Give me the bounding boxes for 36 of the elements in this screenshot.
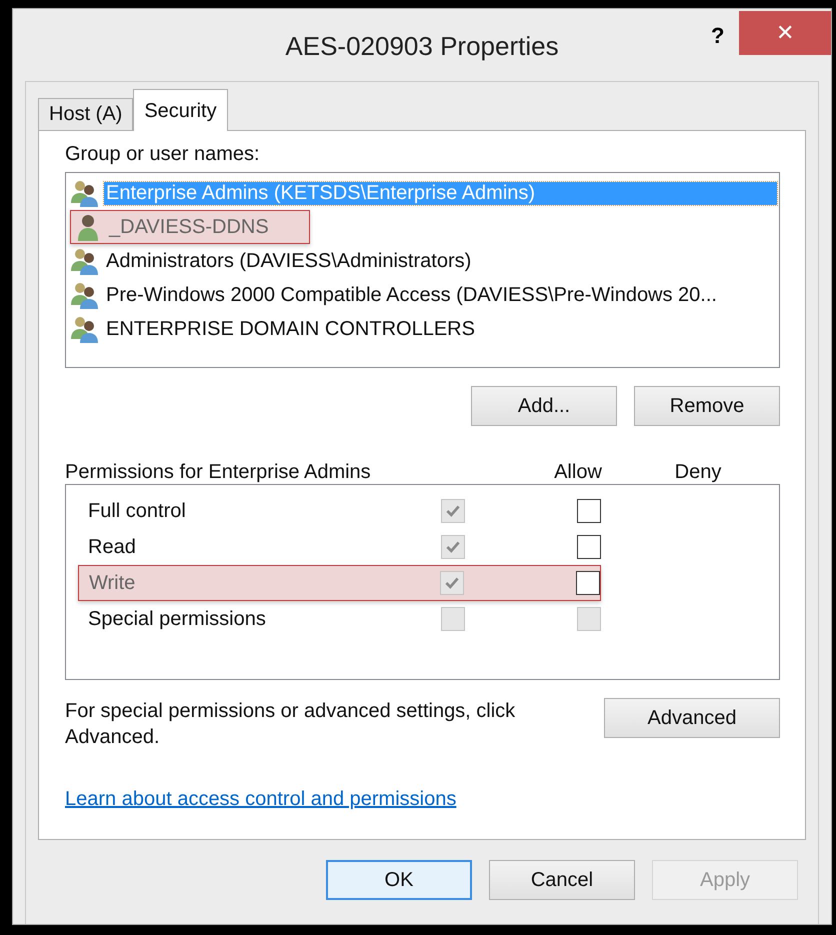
close-button[interactable]: ✕ [739,11,831,55]
permission-name: Read [88,536,137,558]
advanced-note: For special permissions or advanced settings, click Advanced. [65,699,516,750]
list-item-name: Enterprise Admins (KETSDS\Enterprise Admins) [104,182,777,204]
permission-name: Full control [88,500,187,522]
users-icon [70,247,100,275]
column-header: Allow [553,461,603,484]
users-icon [70,315,100,343]
group-list-label: Group or user names: [65,143,261,166]
help-button[interactable]: ? [705,23,730,49]
users-icon [70,179,100,207]
dialog-button[interactable]: OK [326,860,472,900]
list-button[interactable]: Add... [471,386,617,426]
help-link[interactable]: Learn about access control and permissions [65,788,456,811]
list-item[interactable]: Pre-Windows 2000 Compatible Access (DAVIESS\Pre-Windows 20... [68,278,777,312]
permissions-label: Permissions for Enterprise Admins [65,461,372,484]
checkbox[interactable] [577,499,601,523]
list-item-name: Administrators (DAVIESS\Administrators) [105,250,472,272]
list-item[interactable]: ENTERPRISE DOMAIN CONTROLLERS [68,312,777,346]
checkbox[interactable] [576,571,600,595]
dialog-button[interactable]: Cancel [489,860,635,900]
window-title: AES-020903 Properties [285,31,559,62]
list-item[interactable]: Administrators (DAVIESS\Administrators) [68,244,777,278]
highlighted-list-item[interactable]: _DAVIESS-DDNS [70,210,310,244]
list-item-name: Pre-Windows 2000 Compatible Access (DAVIESS\Pre-Windows 20... [105,284,718,306]
permission-name: Special permissions [88,608,267,630]
list-item-name: _DAVIESS-DDNS [108,216,270,238]
users-icon [70,281,100,309]
permission-name: Write [89,572,136,594]
list-button[interactable]: Remove [634,386,780,426]
checkbox[interactable] [577,535,601,559]
tab[interactable]: Security [133,89,228,131]
column-header: Deny [674,461,722,484]
list-item-name: ENTERPRISE DOMAIN CONTROLLERS [105,318,476,340]
tab[interactable]: Host (A) [38,98,134,130]
advanced-button[interactable]: Advanced [604,698,780,738]
